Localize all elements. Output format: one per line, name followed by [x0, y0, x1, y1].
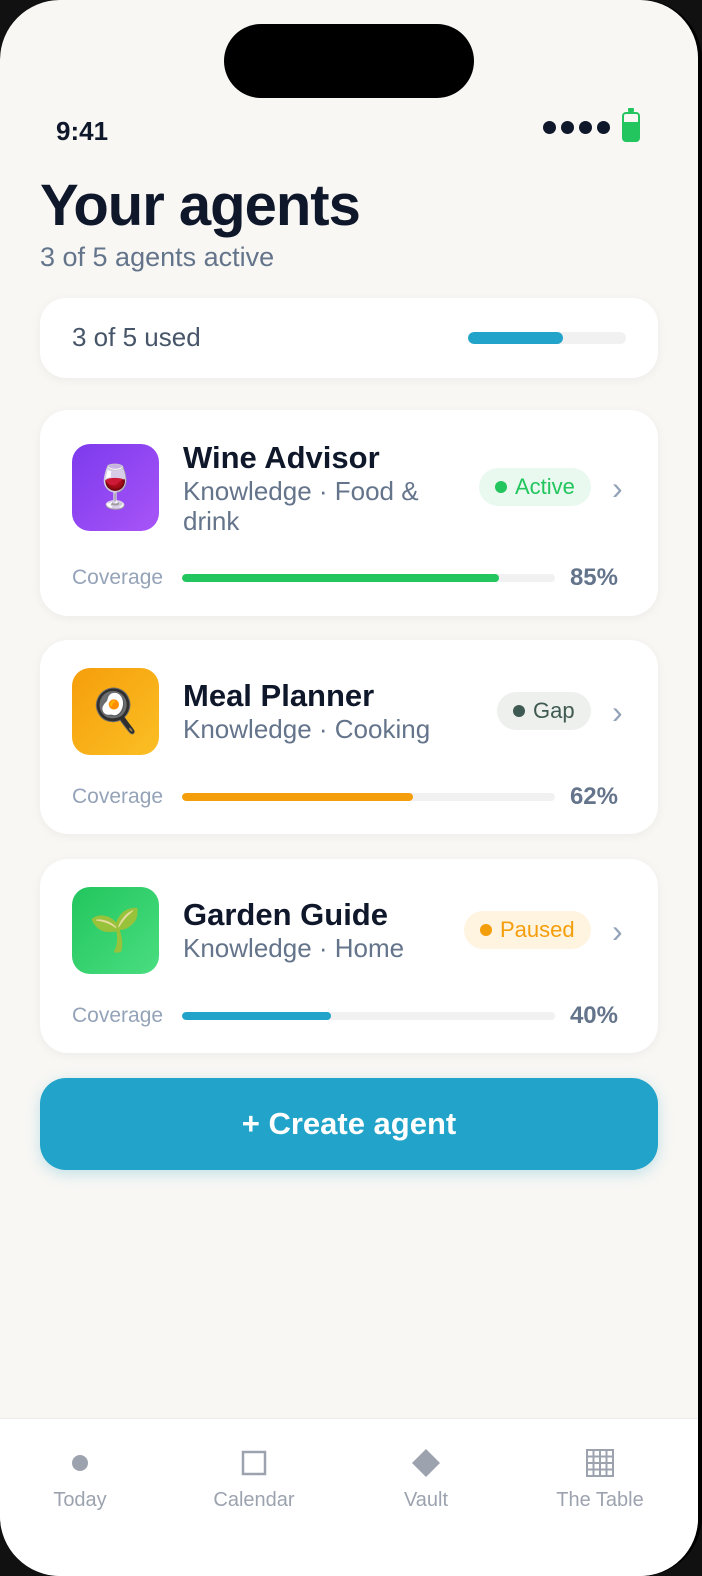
agent-card-meal-planner[interactable]: 🍳 Meal Planner Knowledge · Cooking Gap ›… [40, 640, 658, 834]
frying-pan-egg-icon: 🍳 [72, 668, 159, 755]
coverage-bar [182, 1012, 555, 1020]
coverage-label: Coverage [72, 785, 164, 808]
status-badge-label: Active [515, 474, 575, 499]
seedling-icon: 🌱 [72, 887, 159, 974]
tab-today[interactable]: Today [0, 1441, 160, 1512]
phone-frame: 9:41 Your agents 3 of 5 agents active 3 … [0, 0, 702, 1576]
signal-icon [543, 120, 610, 134]
chevron-right-icon[interactable]: › [612, 694, 623, 731]
coverage-value: 62% [569, 783, 618, 810]
status-indicators [543, 108, 640, 142]
coverage-fill [182, 574, 500, 582]
coverage-value: 40% [569, 1002, 618, 1029]
status-time: 9:41 [56, 116, 109, 146]
coverage-bar [182, 793, 555, 801]
usage-label: 3 of 5 used [72, 322, 201, 352]
wine-glass-icon: 🍷 [72, 444, 159, 531]
status-badge-active: Active [479, 468, 591, 506]
square-icon [174, 1441, 334, 1485]
usage-progress-bar [468, 332, 626, 344]
circle-icon [0, 1441, 160, 1485]
create-agent-button[interactable]: + Create agent [40, 1078, 658, 1170]
tab-calendar[interactable]: Calendar [174, 1441, 334, 1512]
agent-card-wine-advisor[interactable]: 🍷 Wine Advisor Knowledge · Food & drink … [40, 410, 658, 616]
dynamic-island [224, 24, 474, 98]
tab-bar: Today Calendar Vault The Table [0, 1418, 698, 1576]
status-badge-label: Gap [533, 698, 575, 723]
tab-vault[interactable]: Vault [346, 1441, 506, 1512]
agent-name: Wine Advisor [183, 440, 380, 475]
coverage-label: Coverage [72, 566, 164, 589]
chevron-right-icon[interactable]: › [612, 470, 623, 507]
page-title: Your agents [40, 173, 361, 238]
tab-label: Today [53, 1489, 107, 1511]
status-badge-gap: Gap [497, 692, 591, 730]
tab-label: Vault [403, 1489, 449, 1511]
usage-card: 3 of 5 used [40, 298, 658, 378]
coverage-fill [182, 1012, 332, 1020]
page-subtitle: 3 of 5 agents active [40, 242, 275, 272]
agent-meta: Knowledge · Food & drink [183, 476, 419, 536]
coverage-fill [182, 793, 414, 801]
agent-meta: Knowledge · Cooking [183, 714, 431, 744]
usage-progress-fill [468, 332, 563, 344]
status-dot [495, 481, 507, 493]
tab-the-table[interactable]: The Table [520, 1441, 680, 1512]
agent-meta: Knowledge · Home [183, 933, 405, 963]
chevron-right-icon[interactable]: › [612, 913, 623, 950]
agent-card-garden-guide[interactable]: 🌱 Garden Guide Knowledge · Home Paused ›… [40, 859, 658, 1053]
coverage-value: 85% [569, 564, 618, 591]
diamond-icon [346, 1441, 506, 1485]
screen: 9:41 Your agents 3 of 5 agents active 3 … [0, 0, 698, 1576]
coverage-label: Coverage [72, 1004, 164, 1027]
status-badge-label: Paused [500, 917, 575, 942]
status-dot [513, 705, 525, 717]
status-dot [480, 924, 492, 936]
grid-icon [520, 1441, 680, 1485]
agent-name: Meal Planner [183, 678, 375, 713]
battery-icon [622, 108, 640, 142]
status-badge-paused: Paused [464, 911, 591, 949]
agent-name: Garden Guide [183, 897, 388, 932]
coverage-bar [182, 574, 555, 582]
tab-label: Calendar [213, 1489, 295, 1511]
tab-label: The Table [556, 1489, 644, 1511]
